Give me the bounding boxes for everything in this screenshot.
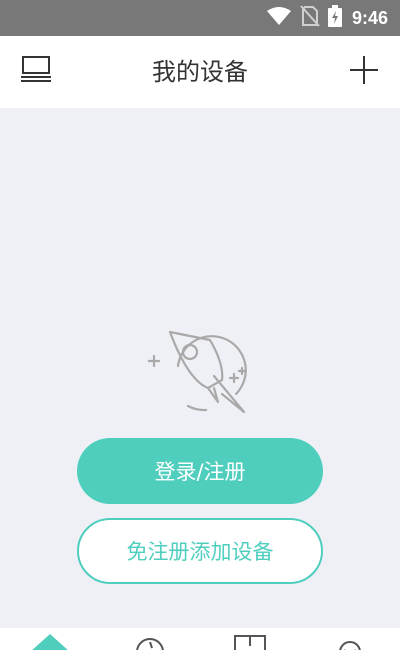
app-screen: 9:46 我的设备 登录/注册 免注册添加设备 [0, 0, 400, 650]
nav-home[interactable] [30, 632, 70, 650]
status-bar: 9:46 [0, 0, 400, 36]
add-without-register-button[interactable]: 免注册添加设备 [77, 518, 323, 584]
device-list-empty-state: 登录/注册 免注册添加设备 [0, 108, 400, 628]
top-app-bar: 我的设备 [0, 36, 400, 108]
battery-charging-icon [327, 5, 342, 31]
nav-profile[interactable] [336, 632, 376, 650]
page-title: 我的设备 [152, 58, 248, 86]
nav-guide[interactable] [232, 632, 272, 650]
no-sim-icon [300, 5, 320, 31]
add-icon [349, 55, 379, 89]
status-icons: 9:46 [266, 0, 388, 36]
status-time: 9:46 [351, 7, 388, 28]
login-register-button[interactable]: 登录/注册 [77, 438, 323, 504]
add-device-button[interactable] [346, 54, 382, 90]
wifi-icon [266, 6, 292, 30]
bottom-navigation [0, 628, 400, 650]
rocket-icon [147, 324, 252, 420]
nav-history[interactable] [132, 632, 172, 650]
